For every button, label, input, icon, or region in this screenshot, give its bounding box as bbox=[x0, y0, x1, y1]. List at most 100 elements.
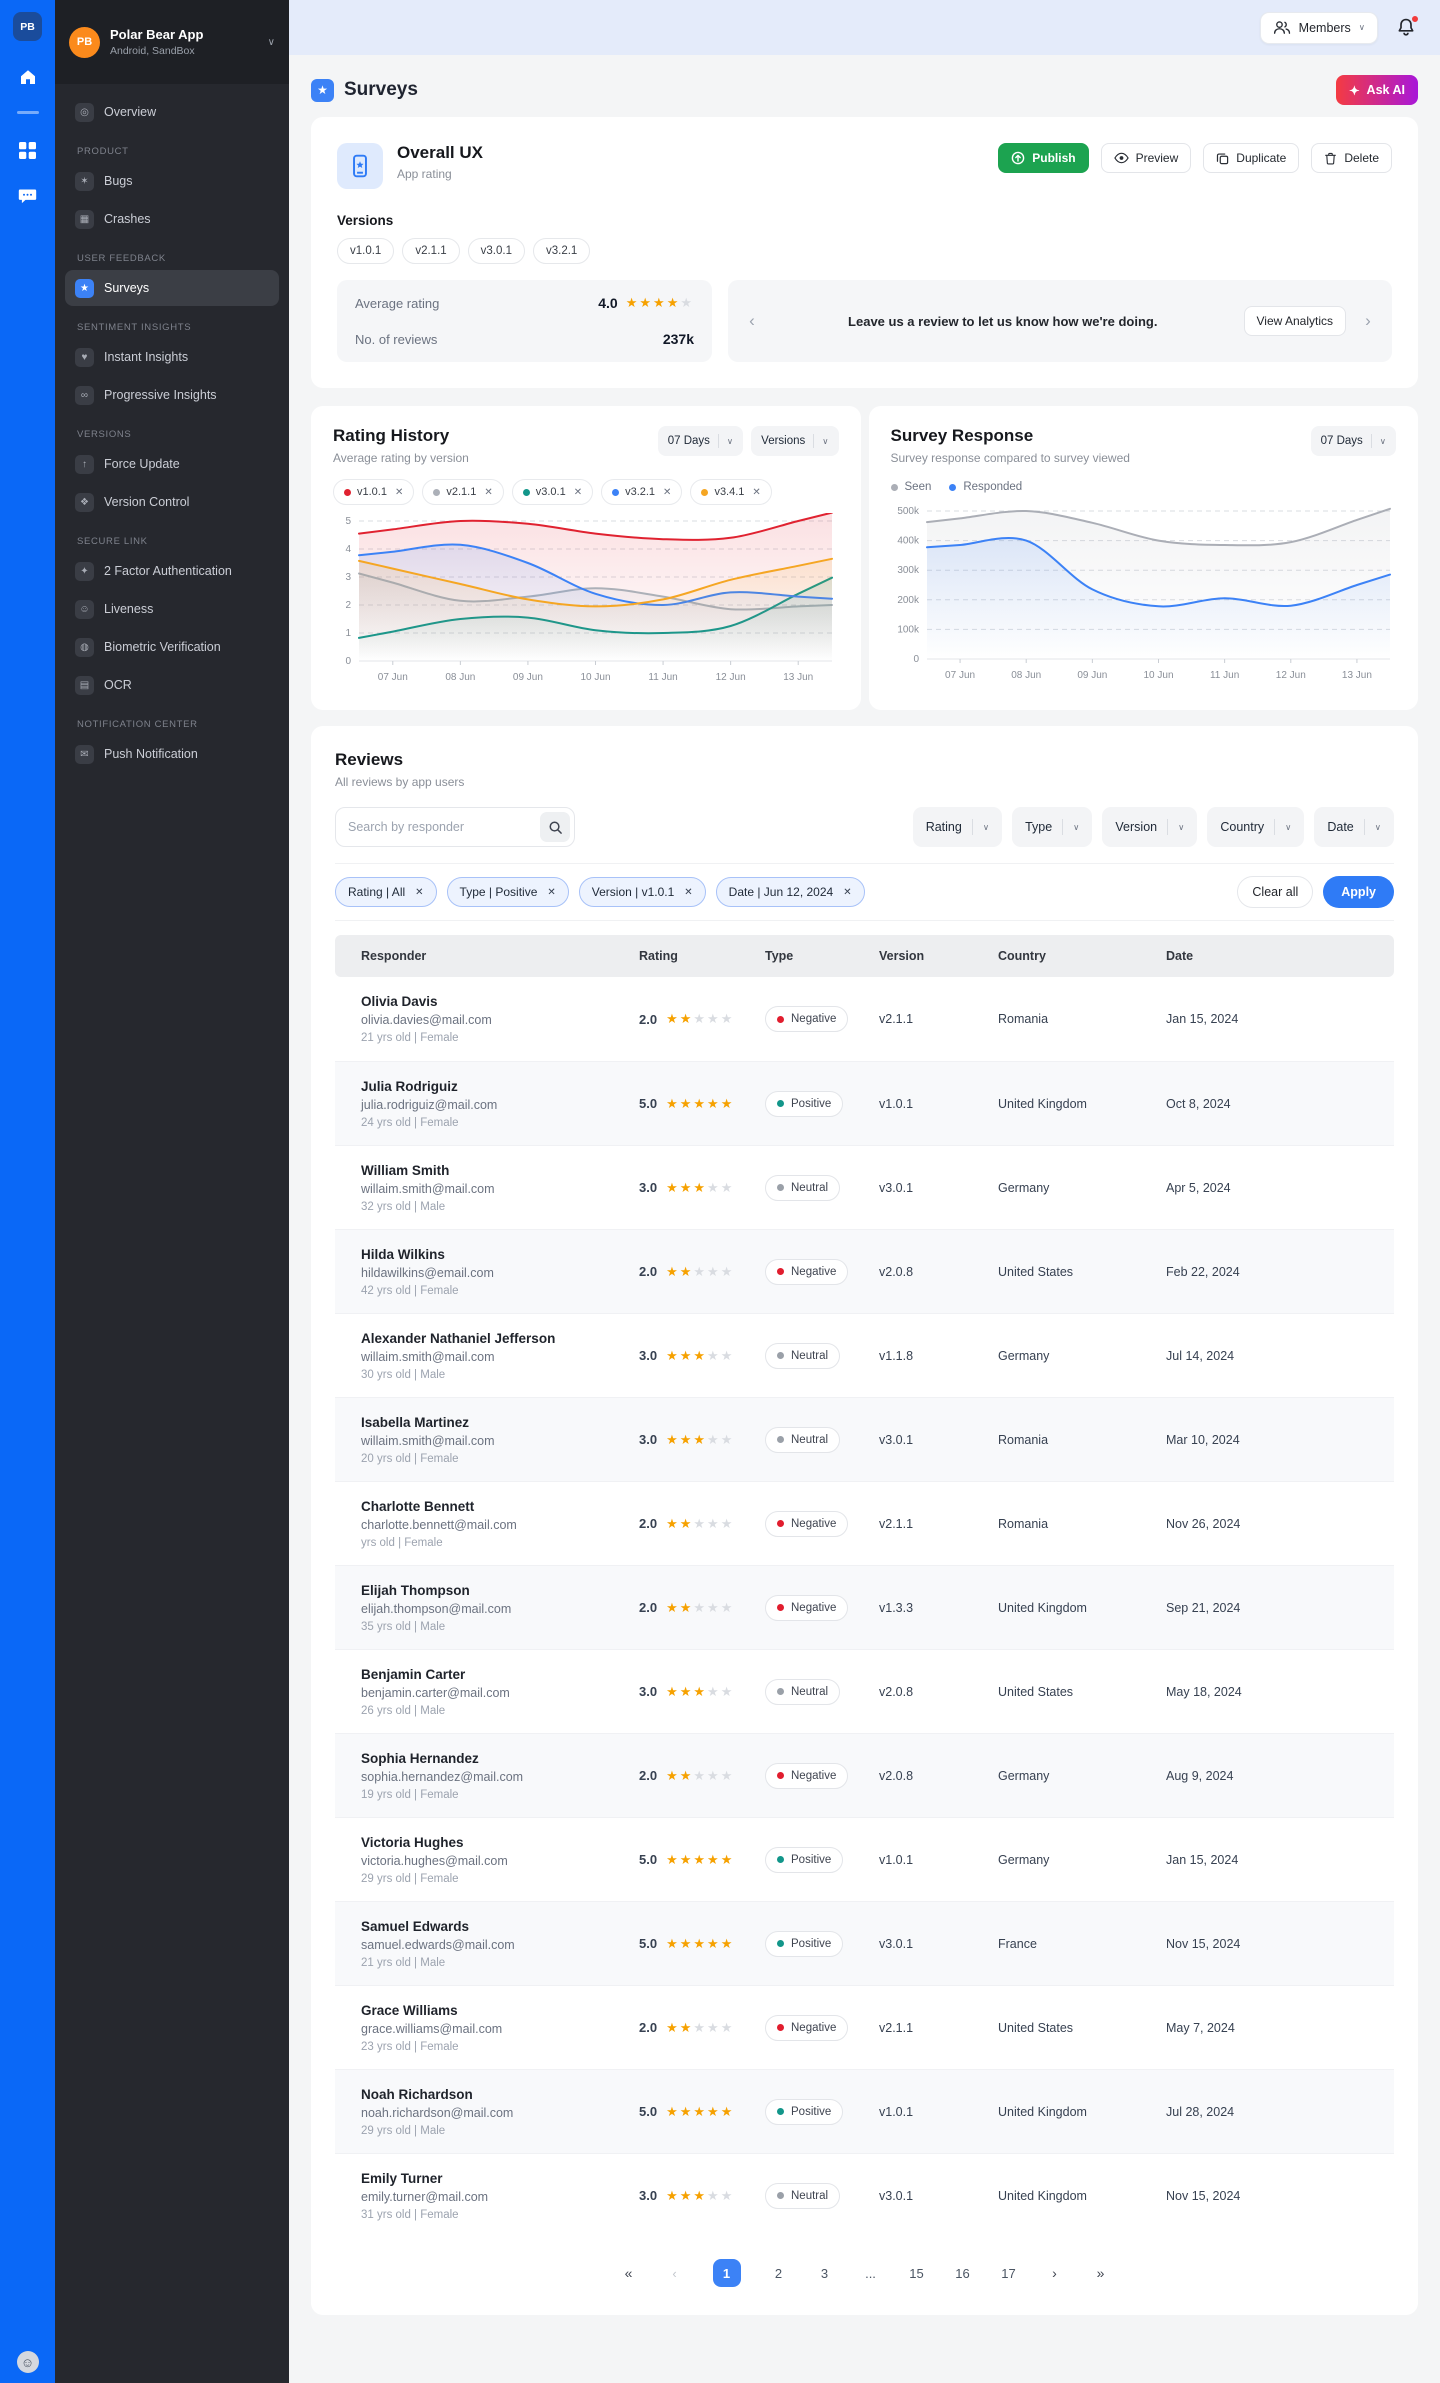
country-cell: United States bbox=[998, 1685, 1166, 1699]
filter-dropdown-country[interactable]: Country∨ bbox=[1207, 807, 1304, 847]
rating-history-versions-dropdown[interactable]: Versions∨ bbox=[751, 426, 838, 456]
responder-name: Grace Williams bbox=[361, 2003, 639, 2018]
sidebar-item-liveness[interactable]: ☺Liveness bbox=[65, 591, 279, 627]
search-input[interactable] bbox=[335, 807, 575, 847]
active-filter-chip-date[interactable]: Date | Jun 12, 2024✕ bbox=[716, 877, 865, 907]
active-filter-chip-type[interactable]: Type | Positive✕ bbox=[447, 877, 569, 907]
filter-dropdown-rating[interactable]: Rating∨ bbox=[913, 807, 1002, 847]
pagination-page-15[interactable]: 15 bbox=[909, 2266, 925, 2281]
table-row[interactable]: Julia Rodriguizjulia.rodriguiz@mail.com2… bbox=[335, 1061, 1394, 1145]
sidebar-item-version-control[interactable]: ❖Version Control bbox=[65, 484, 279, 520]
table-row[interactable]: Noah Richardsonnoah.richardson@mail.com2… bbox=[335, 2069, 1394, 2153]
carousel-next-icon[interactable]: › bbox=[1358, 311, 1378, 331]
apply-button[interactable]: Apply bbox=[1323, 876, 1394, 908]
version-filter-chip-v1-0-1[interactable]: v1.0.1✕ bbox=[333, 479, 414, 505]
responder-meta: 30 yrs old | Male bbox=[361, 1369, 639, 1381]
sidebar-item-label: 2 Factor Authentication bbox=[104, 564, 232, 578]
pagination-first-button[interactable]: « bbox=[621, 2265, 637, 2281]
search-button[interactable] bbox=[540, 812, 570, 842]
ask-ai-button[interactable]: ✦ Ask AI bbox=[1336, 75, 1418, 105]
remove-icon[interactable]: ✕ bbox=[663, 487, 671, 498]
remove-icon[interactable]: ✕ bbox=[415, 887, 423, 898]
rating-history-range-dropdown[interactable]: 07 Days∨ bbox=[658, 426, 743, 456]
home-icon[interactable] bbox=[18, 67, 38, 87]
version-filter-chip-v3-0-1[interactable]: v3.0.1✕ bbox=[512, 479, 593, 505]
remove-icon[interactable]: ✕ bbox=[684, 887, 692, 898]
pagination-page-17[interactable]: 17 bbox=[1001, 2266, 1017, 2281]
table-row[interactable]: Emily Turneremily.turner@mail.com31 yrs … bbox=[335, 2153, 1394, 2237]
remove-icon[interactable]: ✕ bbox=[547, 887, 555, 898]
duplicate-button[interactable]: Duplicate bbox=[1203, 143, 1299, 173]
version-filter-chip-v2-1-1[interactable]: v2.1.1✕ bbox=[422, 479, 503, 505]
notifications-bell-icon[interactable] bbox=[1396, 17, 1418, 39]
publish-button[interactable]: Publish bbox=[998, 143, 1088, 173]
table-row[interactable]: Isabella Martinezwillaim.smith@mail.com2… bbox=[335, 1397, 1394, 1481]
survey-response-range-dropdown[interactable]: 07 Days∨ bbox=[1311, 426, 1396, 456]
pagination-next-button[interactable]: › bbox=[1047, 2265, 1063, 2281]
workspace-switcher[interactable]: PB Polar Bear App Android, SandBox ∨ bbox=[55, 0, 289, 84]
carousel-prev-icon[interactable]: ‹ bbox=[742, 311, 762, 331]
sidebar-item-biometric-verification[interactable]: ◍Biometric Verification bbox=[65, 629, 279, 665]
active-filter-chip-version[interactable]: Version | v1.0.1✕ bbox=[579, 877, 706, 907]
apps-grid-icon[interactable] bbox=[18, 140, 38, 160]
pagination-page-1[interactable]: 1 bbox=[713, 2259, 741, 2287]
version-filter-chip-v3-4-1[interactable]: v3.4.1✕ bbox=[690, 479, 771, 505]
sidebar-item-progressive-insights[interactable]: ∞Progressive Insights bbox=[65, 377, 279, 413]
table-row[interactable]: Grace Williamsgrace.williams@mail.com23 … bbox=[335, 1985, 1394, 2069]
filter-dropdown-date[interactable]: Date∨ bbox=[1314, 807, 1394, 847]
view-analytics-button[interactable]: View Analytics bbox=[1244, 306, 1346, 336]
date-cell: Sep 21, 2024 bbox=[1166, 1601, 1394, 1615]
sidebar-item-ocr[interactable]: ▤OCR bbox=[65, 667, 279, 703]
pagination-page-2[interactable]: 2 bbox=[771, 2266, 787, 2281]
sidebar-item-push-notification[interactable]: ✉Push Notification bbox=[65, 736, 279, 772]
sidebar-item-label: Bugs bbox=[104, 174, 133, 188]
sidebar-item-instant-insights[interactable]: ♥Instant Insights bbox=[65, 339, 279, 375]
clear-all-button[interactable]: Clear all bbox=[1237, 876, 1313, 908]
members-button[interactable]: Members ∨ bbox=[1260, 12, 1378, 44]
delete-button[interactable]: Delete bbox=[1311, 143, 1392, 173]
table-row[interactable]: Alexander Nathaniel Jeffersonwillaim.smi… bbox=[335, 1313, 1394, 1397]
type-cell: Positive bbox=[765, 2099, 879, 2125]
chat-icon[interactable] bbox=[18, 186, 38, 206]
pagination-prev-button[interactable]: ‹ bbox=[667, 2266, 683, 2281]
bot-avatar[interactable]: ☺ bbox=[17, 2351, 39, 2373]
sidebar-item-overview[interactable]: ◎Overview bbox=[65, 94, 279, 130]
type-badge: Neutral bbox=[765, 2183, 840, 2209]
version-filter-chip-v3-2-1[interactable]: v3.2.1✕ bbox=[601, 479, 682, 505]
page-title: Surveys bbox=[344, 79, 418, 101]
sidebar-item-force-update[interactable]: ↑Force Update bbox=[65, 446, 279, 482]
date-cell: Nov 15, 2024 bbox=[1166, 2189, 1394, 2203]
sidebar-item-2-factor-authentication[interactable]: ✦2 Factor Authentication bbox=[65, 553, 279, 589]
type-cell: Negative bbox=[765, 1511, 879, 1537]
table-row[interactable]: Samuel Edwardssamuel.edwards@mail.com21 … bbox=[335, 1901, 1394, 1985]
table-row[interactable]: Olivia Davisolivia.davies@mail.com21 yrs… bbox=[335, 977, 1394, 1061]
sidebar-section-label: NOTIFICATION CENTER bbox=[77, 719, 267, 730]
workspace-badge[interactable]: PB bbox=[13, 12, 42, 41]
remove-icon[interactable]: ✕ bbox=[574, 487, 582, 498]
sidebar-item-surveys[interactable]: ★Surveys bbox=[65, 270, 279, 306]
sidebar-item-label: Surveys bbox=[104, 281, 149, 295]
table-row[interactable]: Benjamin Carterbenjamin.carter@mail.com2… bbox=[335, 1649, 1394, 1733]
dropdown-label: Type bbox=[1025, 820, 1052, 834]
remove-icon[interactable]: ✕ bbox=[843, 887, 851, 898]
remove-icon[interactable]: ✕ bbox=[395, 487, 403, 498]
sidebar-item-crashes[interactable]: ▦Crashes bbox=[65, 201, 279, 237]
filter-dropdown-type[interactable]: Type∨ bbox=[1012, 807, 1092, 847]
survey-title: Overall UX bbox=[397, 143, 483, 163]
remove-icon[interactable]: ✕ bbox=[484, 487, 492, 498]
pagination-last-button[interactable]: » bbox=[1093, 2265, 1109, 2281]
table-row[interactable]: Sophia Hernandezsophia.hernandez@mail.co… bbox=[335, 1733, 1394, 1817]
pagination-page-3[interactable]: 3 bbox=[817, 2266, 833, 2281]
table-row[interactable]: Victoria Hughesvictoria.hughes@mail.com2… bbox=[335, 1817, 1394, 1901]
table-row[interactable]: Elijah Thompsonelijah.thompson@mail.com3… bbox=[335, 1565, 1394, 1649]
preview-button[interactable]: Preview bbox=[1101, 143, 1192, 173]
active-filter-chip-rating[interactable]: Rating | All✕ bbox=[335, 877, 437, 907]
pagination-page-16[interactable]: 16 bbox=[955, 2266, 971, 2281]
filter-dropdown-version[interactable]: Version∨ bbox=[1102, 807, 1197, 847]
remove-icon[interactable]: ✕ bbox=[752, 487, 760, 498]
table-row[interactable]: Charlotte Bennettcharlotte.bennett@mail.… bbox=[335, 1481, 1394, 1565]
sidebar-item-bugs[interactable]: ✶Bugs bbox=[65, 163, 279, 199]
svg-text:07 Jun: 07 Jun bbox=[945, 670, 975, 681]
table-row[interactable]: Hilda Wilkinshildawilkins@email.com42 yr… bbox=[335, 1229, 1394, 1313]
table-row[interactable]: William Smithwillaim.smith@mail.com32 yr… bbox=[335, 1145, 1394, 1229]
